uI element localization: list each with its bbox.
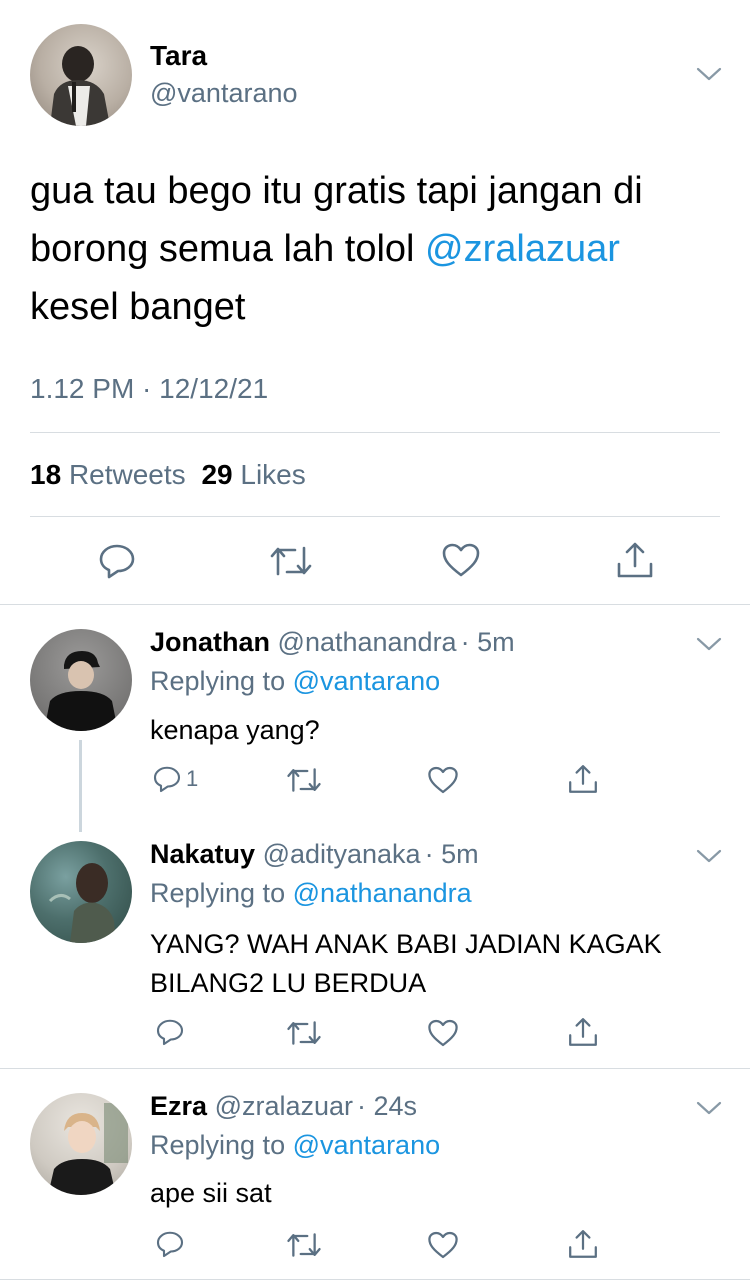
replying-to-label: Replying to	[150, 666, 286, 696]
reply-icon	[153, 766, 181, 793]
replying-to-label: Replying to	[150, 878, 286, 908]
heart-icon	[442, 543, 480, 577]
section-divider	[0, 604, 750, 605]
reply-time[interactable]: · 24s	[357, 1091, 417, 1121]
reply-avatar-jonathan[interactable]	[30, 629, 132, 731]
tweet-text-line-2: borong semua lah tolol @zralazuar	[30, 220, 730, 278]
reply-icon	[156, 1019, 184, 1046]
like-button[interactable]	[427, 1018, 459, 1048]
retweets-label[interactable]: Retweets	[69, 459, 186, 490]
replying-to: Replying to @vantarano	[150, 1130, 440, 1161]
reply-button[interactable]: 1	[152, 764, 198, 794]
like-button[interactable]	[441, 542, 481, 578]
likes-label[interactable]: Likes	[240, 459, 305, 490]
heart-icon	[428, 766, 458, 794]
replying-to-handle[interactable]: @nathanandra	[293, 878, 472, 908]
chevron-down-icon[interactable]	[694, 64, 724, 84]
reply-author-name[interactable]: Ezra	[150, 1091, 207, 1121]
chevron-down-icon[interactable]	[694, 846, 724, 866]
reply-header: Jonathan @nathanandra · 5m	[150, 627, 515, 658]
chevron-down-icon[interactable]	[694, 634, 724, 654]
heart-icon	[428, 1019, 458, 1047]
author-name[interactable]: Tara	[150, 40, 207, 72]
share-icon	[569, 1230, 597, 1258]
replying-to-label: Replying to	[150, 1130, 286, 1160]
replying-to: Replying to @nathanandra	[150, 878, 472, 909]
tweet-text: gua tau bego itu gratis tapi jangan di b…	[30, 162, 730, 336]
reply-text-line-2: BILANG2 LU BERDUA	[150, 968, 427, 998]
replying-to-handle[interactable]: @vantarano	[293, 666, 441, 696]
retweet-icon	[270, 546, 312, 576]
author-handle[interactable]: @vantarano	[150, 78, 298, 109]
reply-author-handle[interactable]: @adityanaka	[263, 839, 421, 869]
reply-text: YANG? WAH ANAK BABI JADIAN KAGAK BILANG2…	[150, 925, 662, 1003]
share-button[interactable]	[567, 1228, 599, 1260]
tweet-text-line-1: gua tau bego itu gratis tapi jangan di	[30, 170, 643, 212]
reply-author-name[interactable]: Jonathan	[150, 627, 270, 657]
section-divider	[0, 1279, 750, 1280]
reply-button[interactable]	[155, 1229, 185, 1259]
reply-time[interactable]: · 5m	[425, 839, 479, 869]
reply-header: Ezra @zralazuar · 24s	[150, 1091, 417, 1122]
retweet-button[interactable]	[286, 1231, 322, 1259]
engagement-stats: 18 Retweets 29 Likes	[30, 459, 306, 491]
chevron-down-icon[interactable]	[694, 1098, 724, 1118]
tweet-text-plain: borong semua lah tolol	[30, 228, 426, 270]
reply-text: ape sii sat	[150, 1178, 272, 1208]
reply-avatar-nakatuy[interactable]	[30, 841, 132, 943]
reply-button[interactable]	[155, 1017, 185, 1047]
reply-avatar-ezra[interactable]	[30, 1093, 132, 1195]
section-divider	[0, 1068, 750, 1069]
mention-link[interactable]: @zralazuar	[425, 228, 620, 270]
replying-to-handle[interactable]: @vantarano	[293, 1130, 441, 1160]
retweet-button[interactable]	[286, 1019, 322, 1047]
share-icon	[569, 1018, 597, 1046]
reply-time[interactable]: · 5m	[461, 627, 515, 657]
retweet-button[interactable]	[286, 766, 322, 794]
reply-button[interactable]	[97, 542, 137, 580]
like-button[interactable]	[427, 1230, 459, 1260]
retweet-icon	[287, 768, 321, 792]
reply-author-handle[interactable]: @zralazuar	[215, 1091, 353, 1121]
tweet-text-line-3: kesel banget	[30, 286, 246, 328]
heart-icon	[428, 1231, 458, 1259]
reply-icon	[156, 1231, 184, 1258]
retweet-icon	[287, 1233, 321, 1257]
share-button[interactable]	[567, 1016, 599, 1048]
reply-header: Nakatuy @adityanaka · 5m	[150, 839, 479, 870]
reply-text: kenapa yang?	[150, 715, 320, 745]
retweet-icon	[287, 1021, 321, 1045]
divider	[30, 432, 720, 433]
retweet-button[interactable]	[269, 544, 313, 578]
tweet-timestamp[interactable]: 1.12 PM · 12/12/21	[30, 373, 268, 405]
share-button[interactable]	[567, 763, 599, 795]
likes-count[interactable]: 29	[201, 459, 232, 490]
thread-line	[79, 740, 82, 832]
author-avatar[interactable]	[30, 24, 132, 126]
divider	[30, 516, 720, 517]
share-button[interactable]	[615, 540, 655, 580]
reply-text-line-1: YANG? WAH ANAK BABI JADIAN KAGAK	[150, 929, 662, 959]
reply-icon	[99, 544, 135, 579]
like-button[interactable]	[427, 765, 459, 795]
share-icon	[569, 765, 597, 793]
reply-count: 1	[186, 766, 199, 791]
share-icon	[617, 542, 653, 578]
replying-to: Replying to @vantarano	[150, 666, 440, 697]
retweets-count[interactable]: 18	[30, 459, 61, 490]
reply-author-name[interactable]: Nakatuy	[150, 839, 255, 869]
reply-author-handle[interactable]: @nathanandra	[278, 627, 457, 657]
